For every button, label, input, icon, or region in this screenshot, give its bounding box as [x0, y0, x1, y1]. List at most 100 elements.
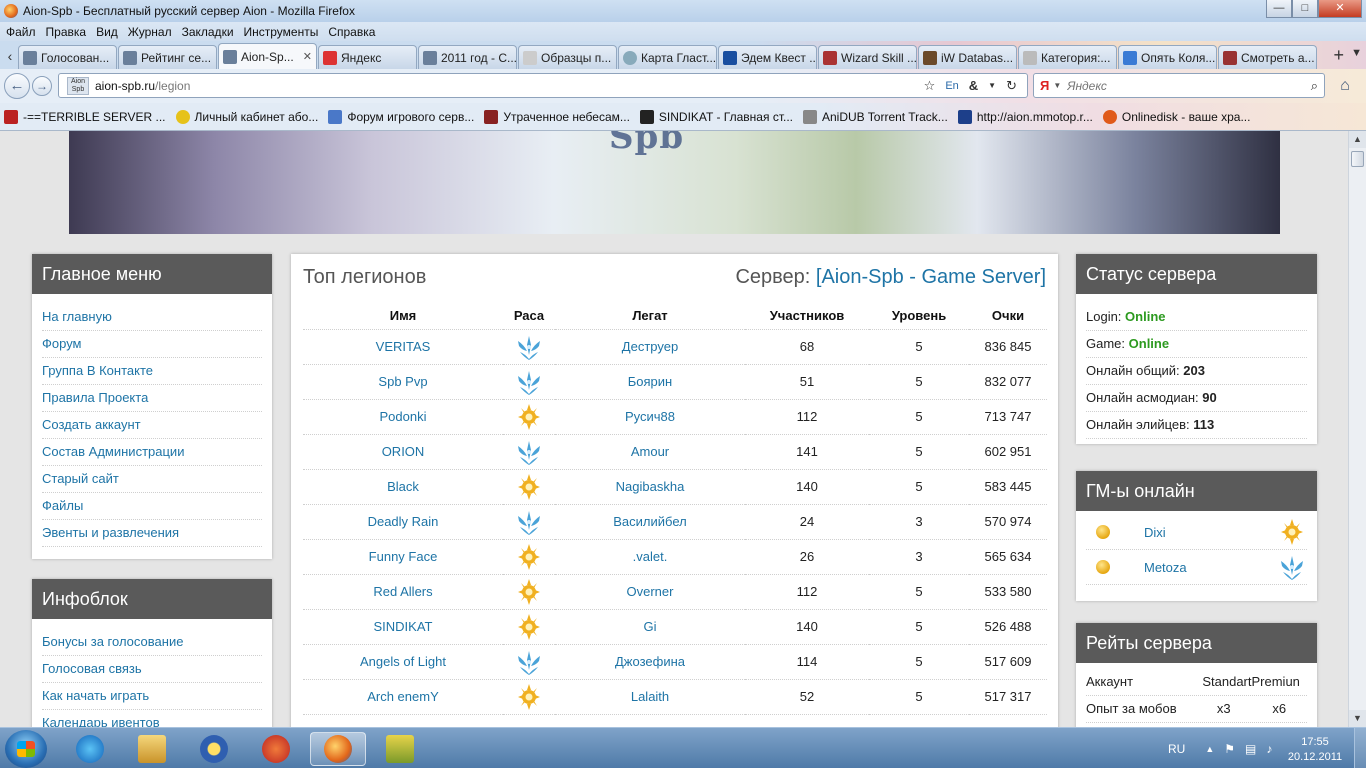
start-button[interactable]: [5, 730, 47, 768]
bookmark-item[interactable]: SINDIKAT - Главная ст...: [639, 109, 793, 124]
tab[interactable]: Опять Коля...: [1118, 45, 1217, 69]
legion-legate-link[interactable]: Василийбел: [613, 514, 686, 529]
legion-legate-link[interactable]: Overner: [627, 584, 674, 599]
bookmark-item[interactable]: Onlinedisk - ваше хра...: [1102, 109, 1250, 124]
menu-link-administration[interactable]: Состав Администрации: [42, 439, 262, 466]
search-input[interactable]: [1067, 78, 1298, 93]
menu-file[interactable]: Файл: [6, 25, 36, 39]
bookmark-item[interactable]: Утраченное небесам...: [484, 109, 630, 124]
legion-name-link[interactable]: Podonki: [380, 409, 427, 424]
legion-name-link[interactable]: ORION: [382, 444, 425, 459]
menu-link-rules[interactable]: Правила Проекта: [42, 385, 262, 412]
gm-name-link[interactable]: Metoza: [1124, 560, 1254, 575]
taskbar-firefox-button[interactable]: [310, 732, 366, 766]
tab[interactable]: Карта Гласт...: [618, 45, 717, 69]
legion-legate-link[interactable]: Джозефина: [615, 654, 685, 669]
tab[interactable]: Яндекс: [318, 45, 417, 69]
tab[interactable]: Образцы п...: [518, 45, 617, 69]
scroll-down-button[interactable]: ▼: [1349, 710, 1366, 727]
tab[interactable]: Wizard Skill ...: [818, 45, 917, 69]
menu-view[interactable]: Вид: [96, 25, 118, 39]
bookmark-star-icon[interactable]: ☆: [924, 78, 936, 94]
taskbar-ccleaner-button[interactable]: [248, 732, 304, 766]
volume-icon[interactable]: ♪: [1266, 742, 1272, 756]
tab-list-button[interactable]: ▼: [1351, 47, 1362, 59]
maximize-button[interactable]: □: [1292, 0, 1318, 18]
gm-name-link[interactable]: Dixi: [1124, 525, 1254, 540]
home-button[interactable]: ⌂: [1332, 74, 1358, 98]
action-center-flag-icon[interactable]: ⚑: [1224, 742, 1235, 756]
tab[interactable]: Голосован...: [18, 45, 117, 69]
forward-button[interactable]: →: [32, 76, 52, 96]
new-tab-button[interactable]: +: [1333, 45, 1344, 66]
legion-name-link[interactable]: Spb Pvp: [378, 374, 427, 389]
menu-tools[interactable]: Инструменты: [244, 25, 319, 39]
close-button[interactable]: ✕: [1318, 0, 1362, 18]
tab-close-icon[interactable]: ✕: [303, 50, 312, 63]
tab[interactable]: Эдем Квест ...: [718, 45, 817, 69]
legion-legate-link[interactable]: Amour: [631, 444, 669, 459]
tab[interactable]: Смотреть а...: [1218, 45, 1317, 69]
legion-legate-link[interactable]: Боярин: [628, 374, 672, 389]
tab[interactable]: iW Databas...: [918, 45, 1017, 69]
menu-bookmarks[interactable]: Закладки: [182, 25, 234, 39]
info-link-event-calendar[interactable]: Календарь ивентов: [42, 710, 262, 727]
menu-link-old-site[interactable]: Старый сайт: [42, 466, 262, 493]
language-indicator[interactable]: RU: [1168, 742, 1185, 756]
legion-name-link[interactable]: Angels of Light: [360, 654, 446, 669]
menu-link-vk-group[interactable]: Группа В Контакте: [42, 358, 262, 385]
menu-help[interactable]: Справка: [328, 25, 375, 39]
tray-expand-icon[interactable]: ▲: [1205, 744, 1214, 754]
bookmark-item[interactable]: AniDUB Torrent Track...: [802, 109, 948, 124]
menu-link-events[interactable]: Эвенты и развлечения: [42, 520, 262, 547]
url-text[interactable]: aion-spb.ru/legion: [95, 79, 190, 93]
tab-active[interactable]: Aion-Sp... ✕: [218, 43, 317, 69]
legion-legate-link[interactable]: Gi: [644, 619, 657, 634]
page-scrollbar[interactable]: ▲ ▼: [1348, 131, 1366, 727]
reload-icon[interactable]: ↻: [1006, 78, 1017, 94]
info-link-voice-chat[interactable]: Голосовая связь: [42, 656, 262, 683]
info-link-vote-bonuses[interactable]: Бонусы за голосование: [42, 629, 262, 656]
minimize-button[interactable]: —: [1266, 0, 1292, 18]
legion-name-link[interactable]: Funny Face: [369, 549, 438, 564]
tab[interactable]: Категория:...: [1018, 45, 1117, 69]
search-engine-dropdown-icon[interactable]: ▼: [1053, 81, 1061, 90]
taskbar-explorer-button[interactable]: [124, 732, 180, 766]
ampersand-icon[interactable]: &: [969, 78, 978, 93]
legion-name-link[interactable]: SINDIKAT: [374, 619, 433, 634]
tab[interactable]: 2011 год - С...: [418, 45, 517, 69]
taskbar-media-button[interactable]: [186, 732, 242, 766]
legion-legate-link[interactable]: .valet.: [633, 549, 668, 564]
bookmark-item[interactable]: Форум игрового серв...: [328, 109, 474, 124]
search-icon[interactable]: ⌕: [1311, 78, 1318, 94]
yandex-icon[interactable]: Я: [1040, 78, 1049, 93]
legion-legate-link[interactable]: Nagibaskha: [616, 479, 685, 494]
legion-name-link[interactable]: VERITAS: [376, 339, 431, 354]
menu-history[interactable]: Журнал: [128, 25, 172, 39]
scrollbar-thumb[interactable]: [1351, 151, 1364, 167]
legion-name-link[interactable]: Red Allers: [373, 584, 432, 599]
legion-name-link[interactable]: Arch enemY: [367, 689, 439, 704]
menu-link-home[interactable]: На главную: [42, 304, 262, 331]
url-dropdown-icon[interactable]: ▼: [988, 81, 996, 90]
tab[interactable]: Рейтинг се...: [118, 45, 217, 69]
taskbar-ie-button[interactable]: [62, 732, 118, 766]
menu-link-create-account[interactable]: Создать аккаунт: [42, 412, 262, 439]
back-button[interactable]: ←: [4, 73, 30, 99]
search-bar[interactable]: Я ▼ ⌕: [1033, 73, 1325, 98]
site-identity-icon[interactable]: Aion Spb: [67, 76, 89, 95]
legion-legate-link[interactable]: Lalaith: [631, 689, 669, 704]
legion-name-link[interactable]: Black: [387, 479, 419, 494]
language-indicator[interactable]: En: [945, 80, 958, 92]
network-icon[interactable]: ▤: [1245, 742, 1256, 756]
bookmark-item[interactable]: -==TERRIBLE SERVER ...: [4, 109, 166, 124]
info-link-how-to-start[interactable]: Как начать играть: [42, 683, 262, 710]
tab-scroll-left-button[interactable]: ‹: [2, 45, 18, 69]
taskbar-clock[interactable]: 17:55 20.12.2011: [1280, 735, 1350, 765]
menu-link-files[interactable]: Файлы: [42, 493, 262, 520]
bookmark-item[interactable]: http://aion.mmotop.r...: [957, 109, 1093, 124]
scroll-up-button[interactable]: ▲: [1349, 131, 1366, 148]
legion-name-link[interactable]: Deadly Rain: [368, 514, 439, 529]
server-link[interactable]: Aion-Spb - Game Server: [821, 266, 1040, 288]
menu-link-forum[interactable]: Форум: [42, 331, 262, 358]
